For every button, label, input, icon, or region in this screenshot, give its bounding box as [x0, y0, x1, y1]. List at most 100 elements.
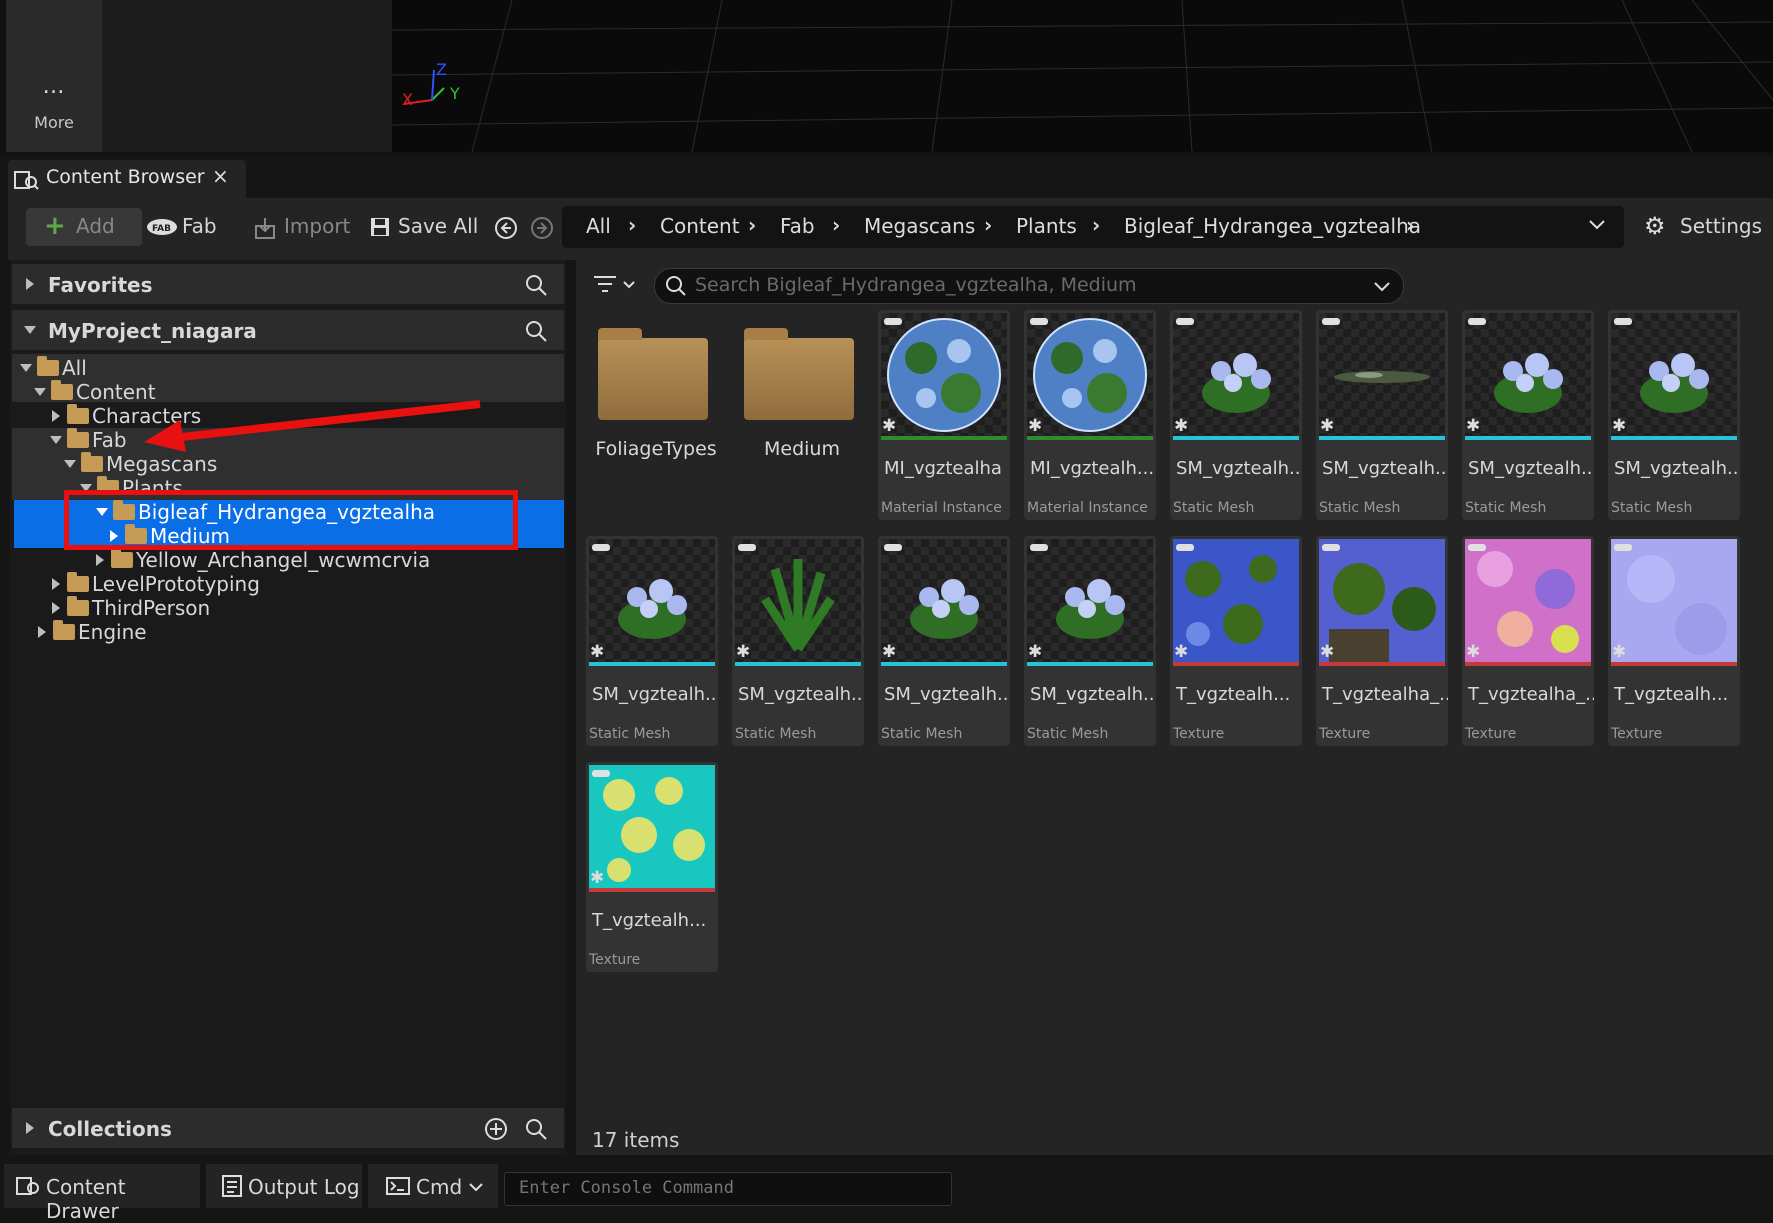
- breadcrumb-megascans[interactable]: Megascans: [864, 214, 975, 238]
- tree-item-fab[interactable]: Fab: [50, 428, 127, 452]
- asset-tile[interactable]: ✱ T_vgztealh... Texture: [1608, 536, 1740, 746]
- search-icon[interactable]: [524, 319, 548, 343]
- chevron-right-icon[interactable]: ›: [748, 213, 756, 237]
- fab-badge-icon: [592, 770, 610, 777]
- chevron-right-icon[interactable]: ›: [1406, 213, 1414, 237]
- tab-content-browser-label: Content Browser: [46, 166, 205, 188]
- breadcrumb-all[interactable]: All: [586, 214, 611, 238]
- asset-type-strip: [1173, 436, 1299, 440]
- axis-z-label: Z: [436, 60, 447, 79]
- folder-icon: [37, 356, 59, 376]
- asset-type: Material Instance: [1027, 500, 1148, 516]
- tree-item-all[interactable]: All: [20, 356, 87, 380]
- gear-icon: ✱: [1466, 416, 1481, 436]
- folder-tile[interactable]: Medium: [732, 310, 872, 520]
- asset-type: Static Mesh: [1611, 500, 1693, 516]
- chevron-down-icon[interactable]: [1588, 218, 1606, 232]
- save-all-button[interactable]: Save All: [370, 208, 480, 246]
- back-arrow-icon[interactable]: [494, 216, 518, 240]
- console-input[interactable]: [517, 1177, 941, 1199]
- folder-name: FoliageTypes: [595, 438, 717, 460]
- asset-type: Static Mesh: [589, 726, 671, 742]
- asset-tile[interactable]: ✱ SM_vgztealh... Static Mesh: [586, 536, 718, 746]
- fab-badge-icon: [592, 544, 610, 551]
- tree-item-engine[interactable]: Engine: [38, 620, 147, 644]
- more-button[interactable]: … More: [6, 0, 102, 152]
- search-icon[interactable]: [524, 273, 548, 297]
- asset-type-strip: [881, 436, 1007, 440]
- asset-thumbnail: [589, 539, 715, 663]
- collections-header[interactable]: Collections: [12, 1108, 564, 1148]
- output-log-button[interactable]: Output Log: [206, 1164, 362, 1208]
- asset-type-strip: [1319, 436, 1445, 440]
- asset-thumbnail: [1173, 539, 1299, 663]
- asset-tile[interactable]: ✱ T_vgztealh... Texture: [1170, 536, 1302, 746]
- settings-label: Settings: [1680, 214, 1763, 238]
- tree-item-levelprototyping[interactable]: LevelPrototyping: [52, 572, 260, 596]
- add-button[interactable]: + Add: [26, 208, 142, 246]
- toolbar-panel: [102, 0, 392, 152]
- fab-button[interactable]: FAB Fab: [146, 208, 246, 246]
- tree-item-thirdperson[interactable]: ThirdPerson: [52, 596, 210, 620]
- asset-thumbnail: [1027, 539, 1153, 663]
- asset-tile[interactable]: ✱ MI_vgztealh... Material Instance: [1024, 310, 1156, 520]
- import-icon: [255, 218, 275, 239]
- fab-badge-icon: [884, 318, 902, 325]
- gear-icon: ⚙: [1644, 212, 1666, 240]
- tree-item-content[interactable]: Content: [34, 380, 156, 404]
- breadcrumb-fab[interactable]: Fab: [780, 214, 815, 238]
- asset-tile[interactable]: ✱ SM_vgztealh... Static Mesh: [1170, 310, 1302, 520]
- asset-tile[interactable]: ✱ T_vgztealh... Texture: [586, 762, 718, 972]
- fab-badge-icon: [1176, 544, 1194, 551]
- close-icon[interactable]: ×: [212, 164, 229, 188]
- chevron-right-icon[interactable]: ›: [628, 213, 636, 237]
- search-icon[interactable]: [524, 1117, 548, 1141]
- fab-icon: FAB: [147, 219, 177, 235]
- asset-tile[interactable]: ✱ T_vgztealha_... Texture: [1316, 536, 1448, 746]
- content-drawer-button[interactable]: Content Drawer: [4, 1164, 200, 1223]
- breadcrumb-bigleaf[interactable]: Bigleaf_Hydrangea_vgztealha: [1124, 214, 1421, 238]
- asset-tile[interactable]: ✱ MI_vgztealha Material Instance: [878, 310, 1010, 520]
- gear-icon: ✱: [882, 416, 897, 436]
- asset-type: Texture: [589, 952, 641, 968]
- import-button[interactable]: Import: [254, 208, 354, 246]
- chevron-right-icon[interactable]: ›: [832, 213, 840, 237]
- cmd-dropdown[interactable]: Cmd: [368, 1164, 498, 1208]
- asset-tile[interactable]: ✱ SM_vgztealh... Static Mesh: [878, 536, 1010, 746]
- viewport[interactable]: X Y Z: [392, 0, 1773, 152]
- favorites-header[interactable]: Favorites: [12, 264, 564, 304]
- asset-tile[interactable]: ✱ SM_vgztealh... Static Mesh: [1024, 536, 1156, 746]
- chevron-right-icon[interactable]: ›: [1092, 213, 1100, 237]
- fab-badge-icon: [1030, 318, 1048, 325]
- settings-button[interactable]: ⚙ Settings: [1644, 208, 1772, 246]
- forward-arrow-icon[interactable]: [530, 216, 554, 240]
- chevron-down-icon[interactable]: [1373, 280, 1391, 294]
- asset-type-strip: [881, 662, 1007, 666]
- asset-thumbnail: [881, 313, 1007, 437]
- add-label: Add: [76, 214, 115, 238]
- folder-tile[interactable]: FoliageTypes: [586, 310, 726, 520]
- asset-tile[interactable]: ✱ SM_vgztealh... Static Mesh: [1608, 310, 1740, 520]
- search-input[interactable]: Search Bigleaf_Hydrangea_vgztealha, Medi…: [654, 268, 1404, 304]
- project-header[interactable]: MyProject_niagara: [12, 310, 564, 350]
- asset-tile[interactable]: ✱ T_vgztealha_... Texture: [1462, 536, 1594, 746]
- add-collection-icon[interactable]: [484, 1117, 508, 1141]
- breadcrumb-plants[interactable]: Plants: [1016, 214, 1077, 238]
- asset-tile[interactable]: ✱ SM_vgztealh... Static Mesh: [1316, 310, 1448, 520]
- expand-arrow-icon: [26, 278, 34, 290]
- content-browser-icon: [16, 1177, 39, 1195]
- asset-type-strip: [589, 662, 715, 666]
- chevron-right-icon[interactable]: ›: [984, 213, 992, 237]
- breadcrumb-content[interactable]: Content: [660, 214, 740, 238]
- tree-item-yellow-archangel[interactable]: Yellow_Archangel_wcwmcrvia: [96, 548, 430, 572]
- asset-name: T_vgztealh...: [1176, 684, 1291, 705]
- asset-name: SM_vgztealh...: [1614, 458, 1740, 479]
- asset-type: Static Mesh: [735, 726, 817, 742]
- annotation-arrow-icon: [144, 400, 481, 452]
- filter-icon[interactable]: [594, 274, 638, 296]
- asset-tile[interactable]: ✱ SM_vgztealh... Static Mesh: [732, 536, 864, 746]
- asset-tile[interactable]: ✱ SM_vgztealh... Static Mesh: [1462, 310, 1594, 520]
- tree-item-plants[interactable]: Plants: [80, 476, 183, 490]
- fab-badge-icon: [1176, 318, 1194, 325]
- asset-thumbnail: [1319, 539, 1445, 663]
